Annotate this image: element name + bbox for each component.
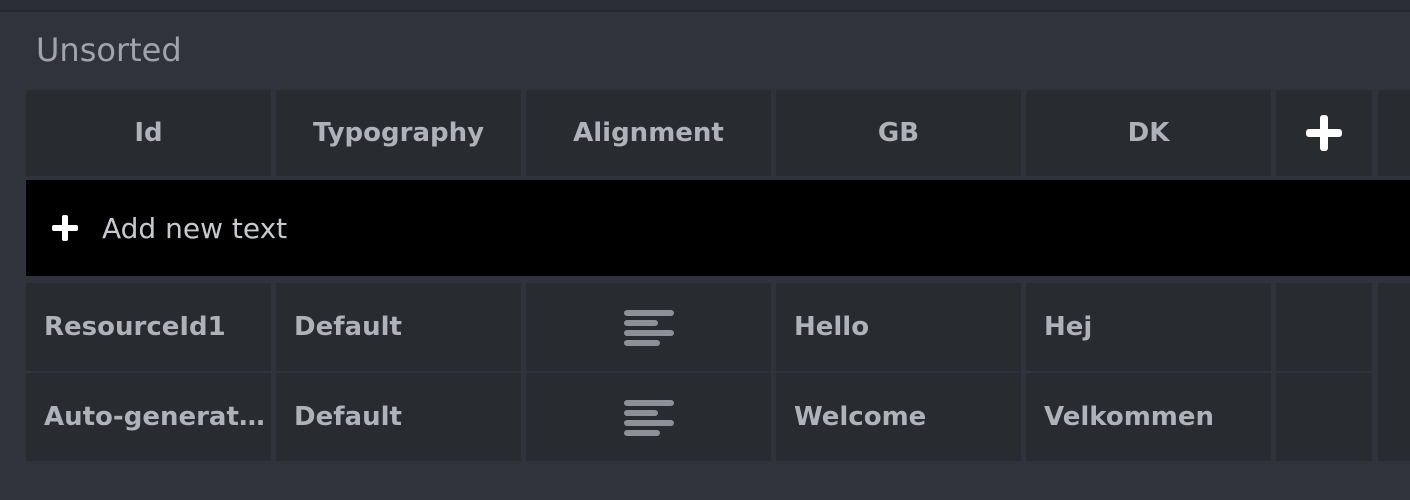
cell-gb[interactable]: Welcome xyxy=(776,373,1021,461)
plus-icon xyxy=(52,215,78,241)
top-divider xyxy=(0,10,1410,12)
add-new-text-label: Add new text xyxy=(102,211,288,245)
cell-alignment[interactable] xyxy=(526,373,771,461)
section-title: Unsorted xyxy=(36,31,182,69)
cell-empty xyxy=(1276,283,1372,371)
cell-extra xyxy=(1378,283,1410,461)
cell-alignment[interactable] xyxy=(526,283,771,371)
column-header-extra xyxy=(1378,90,1410,176)
cell-id[interactable]: Auto-generat… xyxy=(26,373,271,461)
plus-icon xyxy=(1306,115,1342,151)
column-header-gb[interactable]: GB xyxy=(776,90,1021,176)
column-header-id[interactable]: Id xyxy=(26,90,271,176)
cell-gb[interactable]: Hello xyxy=(776,283,1021,371)
cell-id[interactable]: ResourceId1 xyxy=(26,283,271,371)
cell-typography[interactable]: Default xyxy=(276,373,521,461)
align-left-icon xyxy=(623,397,674,437)
cell-typography[interactable]: Default xyxy=(276,283,521,371)
align-left-icon xyxy=(623,307,674,347)
cell-dk[interactable]: Hej xyxy=(1026,283,1271,371)
column-header-alignment[interactable]: Alignment xyxy=(526,90,771,176)
add-new-text-button[interactable]: Add new text xyxy=(26,180,1410,276)
cell-dk[interactable]: Velkommen xyxy=(1026,373,1271,461)
add-column-button[interactable] xyxy=(1276,90,1372,176)
cell-empty xyxy=(1276,373,1372,461)
top-bar xyxy=(0,0,1410,10)
column-header-dk[interactable]: DK xyxy=(1026,90,1271,176)
column-header-typography[interactable]: Typography xyxy=(276,90,521,176)
